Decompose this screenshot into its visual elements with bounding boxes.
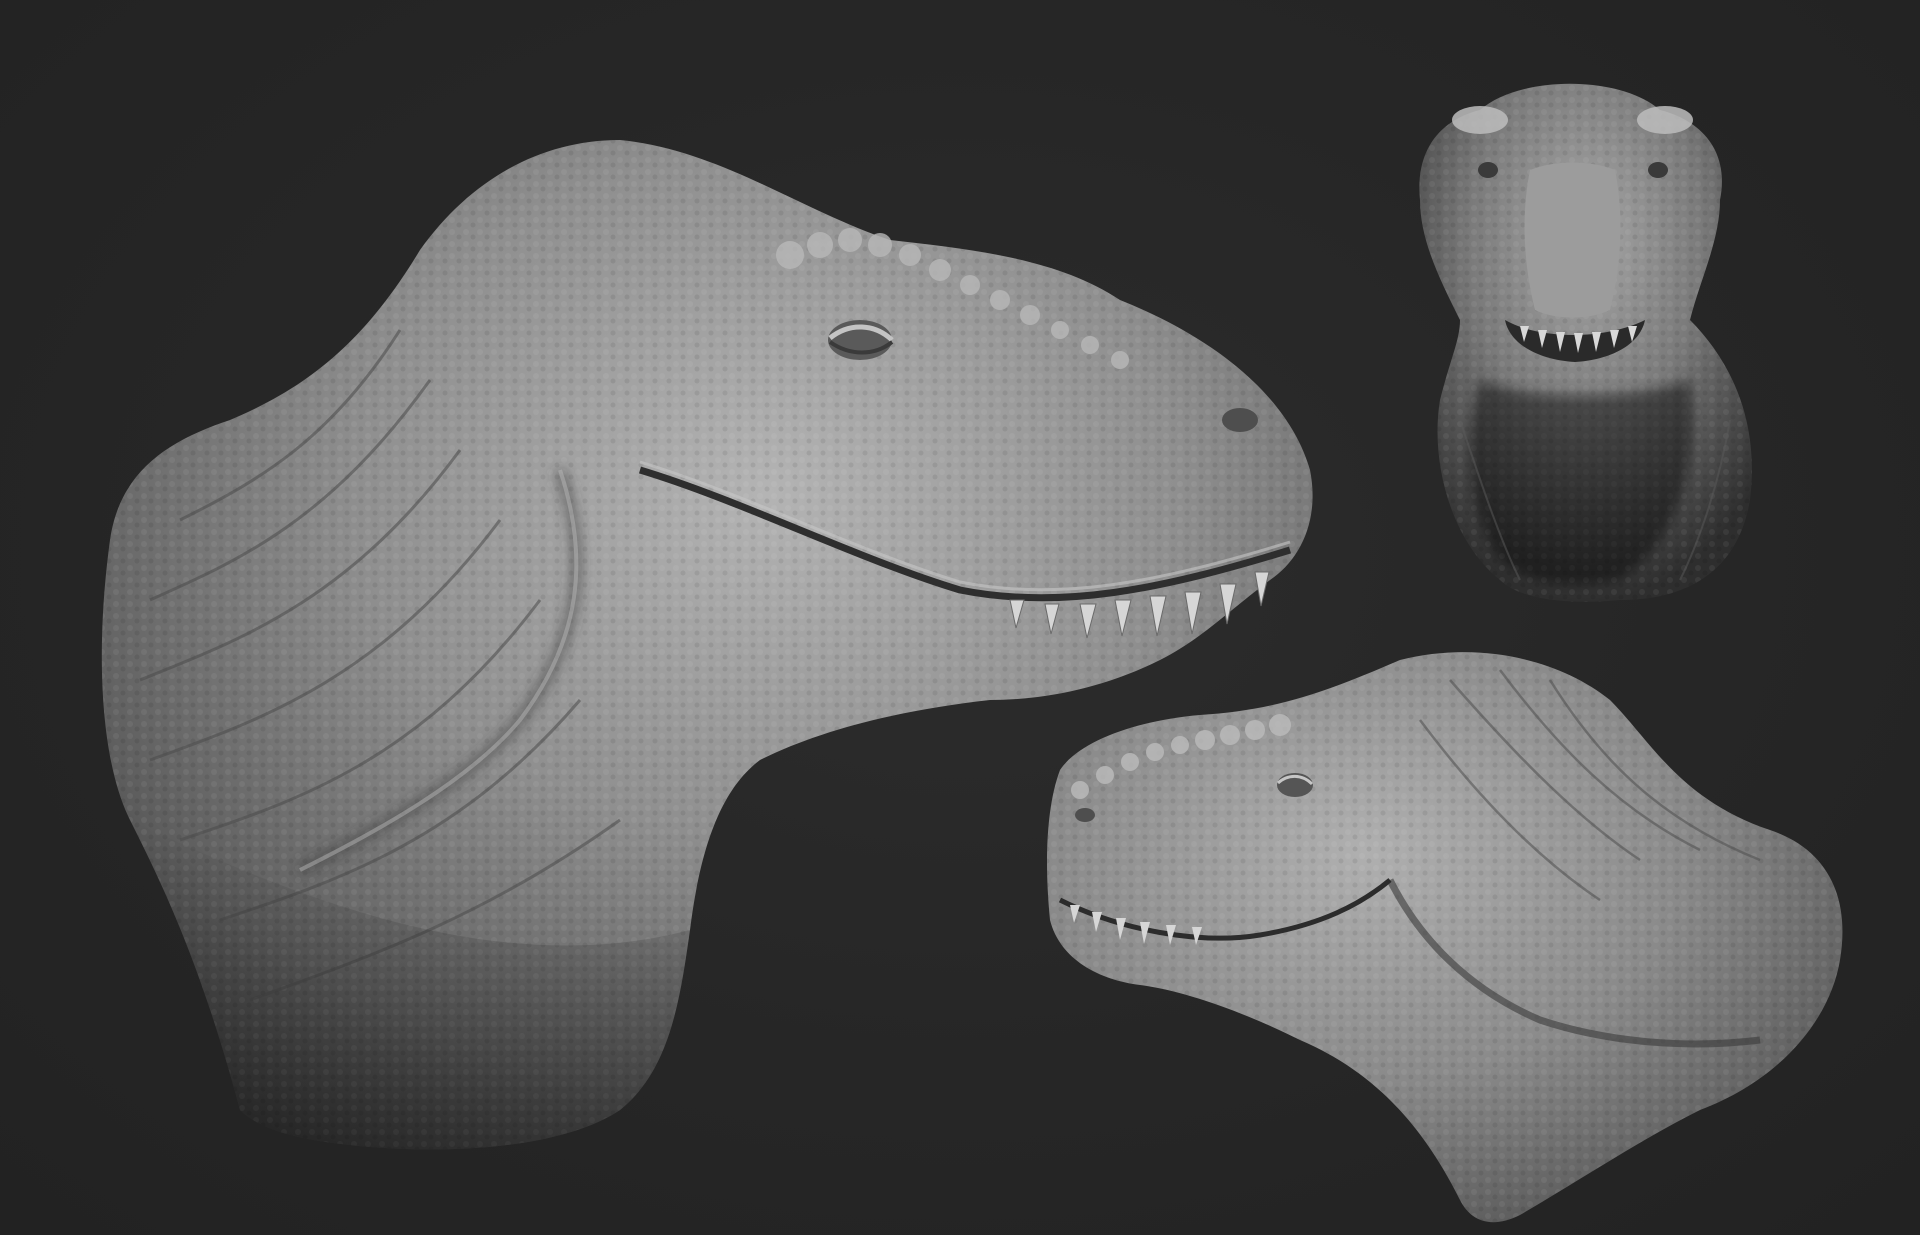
left-profile-view: [1047, 652, 1843, 1223]
front-right-eye: [1648, 162, 1668, 178]
main-nostril: [1222, 408, 1258, 432]
sculpt-render-svg: [101, 83, 1843, 1223]
three-quarter-right-view: [101, 140, 1313, 1150]
front-view: [1419, 83, 1752, 602]
main-eye: [828, 320, 894, 360]
render-canvas: [0, 0, 1920, 1235]
profile-nostril: [1075, 808, 1095, 822]
profile-eye: [1276, 773, 1314, 797]
front-left-eye: [1478, 162, 1498, 178]
front-snout: [1524, 162, 1621, 318]
